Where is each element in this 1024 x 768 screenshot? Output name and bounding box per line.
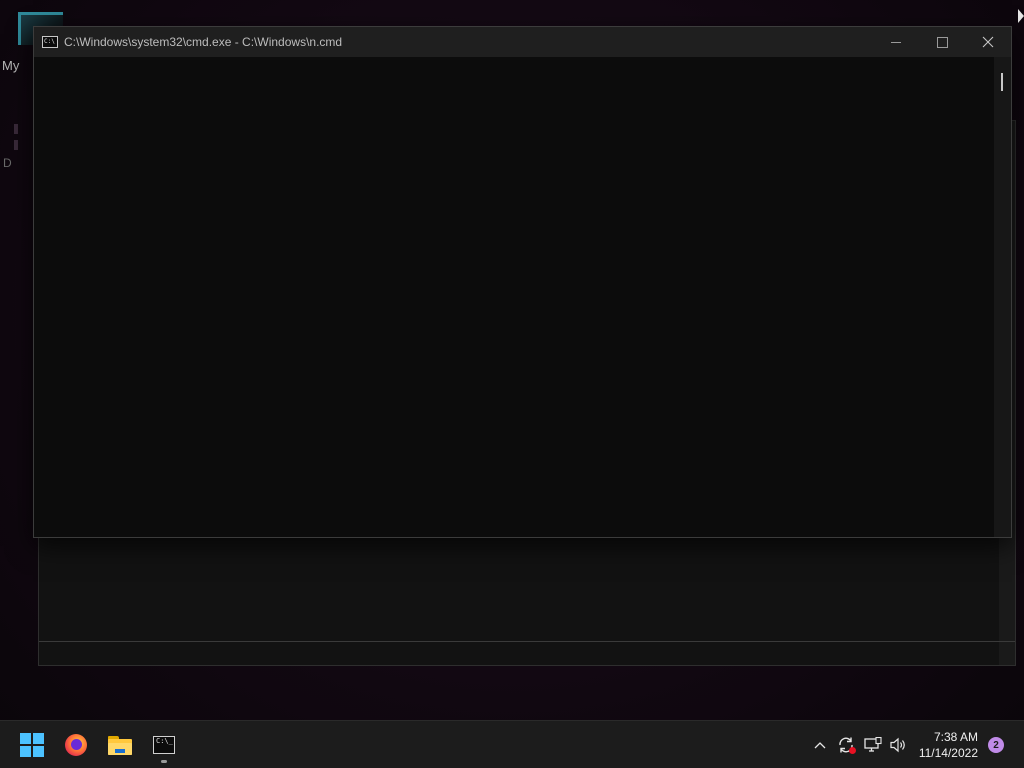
show-hidden-icons-button[interactable] bbox=[808, 733, 832, 757]
cmd-titlebar[interactable]: C:\ C:\Windows\system32\cmd.exe - C:\Win… bbox=[34, 27, 1011, 57]
clock-date: 11/14/2022 bbox=[918, 746, 978, 760]
close-icon bbox=[982, 36, 994, 48]
desktop-fragment bbox=[14, 140, 18, 150]
volume-icon bbox=[890, 737, 905, 753]
taskbar-firefox[interactable] bbox=[56, 725, 96, 765]
chevron-up-icon bbox=[814, 742, 826, 749]
running-indicator bbox=[161, 760, 167, 763]
terminal-icon: C:\_ bbox=[153, 736, 175, 754]
maximize-icon bbox=[936, 36, 948, 48]
mouse-cursor-icon bbox=[1018, 9, 1024, 23]
taskbar-clock[interactable]: 7:38 AM 11/14/2022 bbox=[919, 729, 978, 761]
cmd-window-title: C:\Windows\system32\cmd.exe - C:\Windows… bbox=[64, 35, 343, 49]
update-sync-button[interactable] bbox=[834, 733, 858, 757]
taskbar-command-prompt[interactable]: C:\_ bbox=[144, 725, 184, 765]
taskbar: C:\_ 7:38 AM 11/14/2022 2 bbox=[0, 720, 1024, 768]
window-controls bbox=[873, 27, 1011, 57]
alert-dot bbox=[849, 747, 856, 754]
windows-logo-icon bbox=[20, 733, 44, 757]
minimize-icon bbox=[891, 41, 901, 43]
system-tray bbox=[808, 721, 911, 768]
console-output-area[interactable] bbox=[34, 57, 994, 537]
cmd-window[interactable]: C:\ C:\Windows\system32\cmd.exe - C:\Win… bbox=[33, 26, 1012, 538]
desktop-icon-label-2: D bbox=[3, 156, 12, 170]
scrollbar-thumb[interactable] bbox=[1001, 73, 1003, 91]
close-button[interactable] bbox=[965, 27, 1011, 57]
firefox-icon bbox=[65, 734, 87, 756]
background-window-divider bbox=[39, 641, 1015, 642]
cmd-app-icon[interactable]: C:\ bbox=[42, 36, 58, 48]
console-scrollbar[interactable] bbox=[994, 57, 1011, 537]
maximize-button[interactable] bbox=[919, 27, 965, 57]
network-icon bbox=[864, 737, 882, 752]
volume-button[interactable] bbox=[887, 733, 911, 757]
notification-badge[interactable]: 2 bbox=[988, 737, 1004, 753]
desktop-icon-label: My bbox=[2, 58, 20, 73]
taskbar-file-explorer[interactable] bbox=[100, 725, 140, 765]
folder-icon bbox=[108, 735, 132, 755]
clock-time: 7:38 AM bbox=[933, 730, 978, 744]
start-button[interactable] bbox=[12, 725, 52, 765]
network-button[interactable] bbox=[861, 733, 885, 757]
minimize-button[interactable] bbox=[873, 27, 919, 57]
desktop-fragment bbox=[14, 124, 18, 134]
